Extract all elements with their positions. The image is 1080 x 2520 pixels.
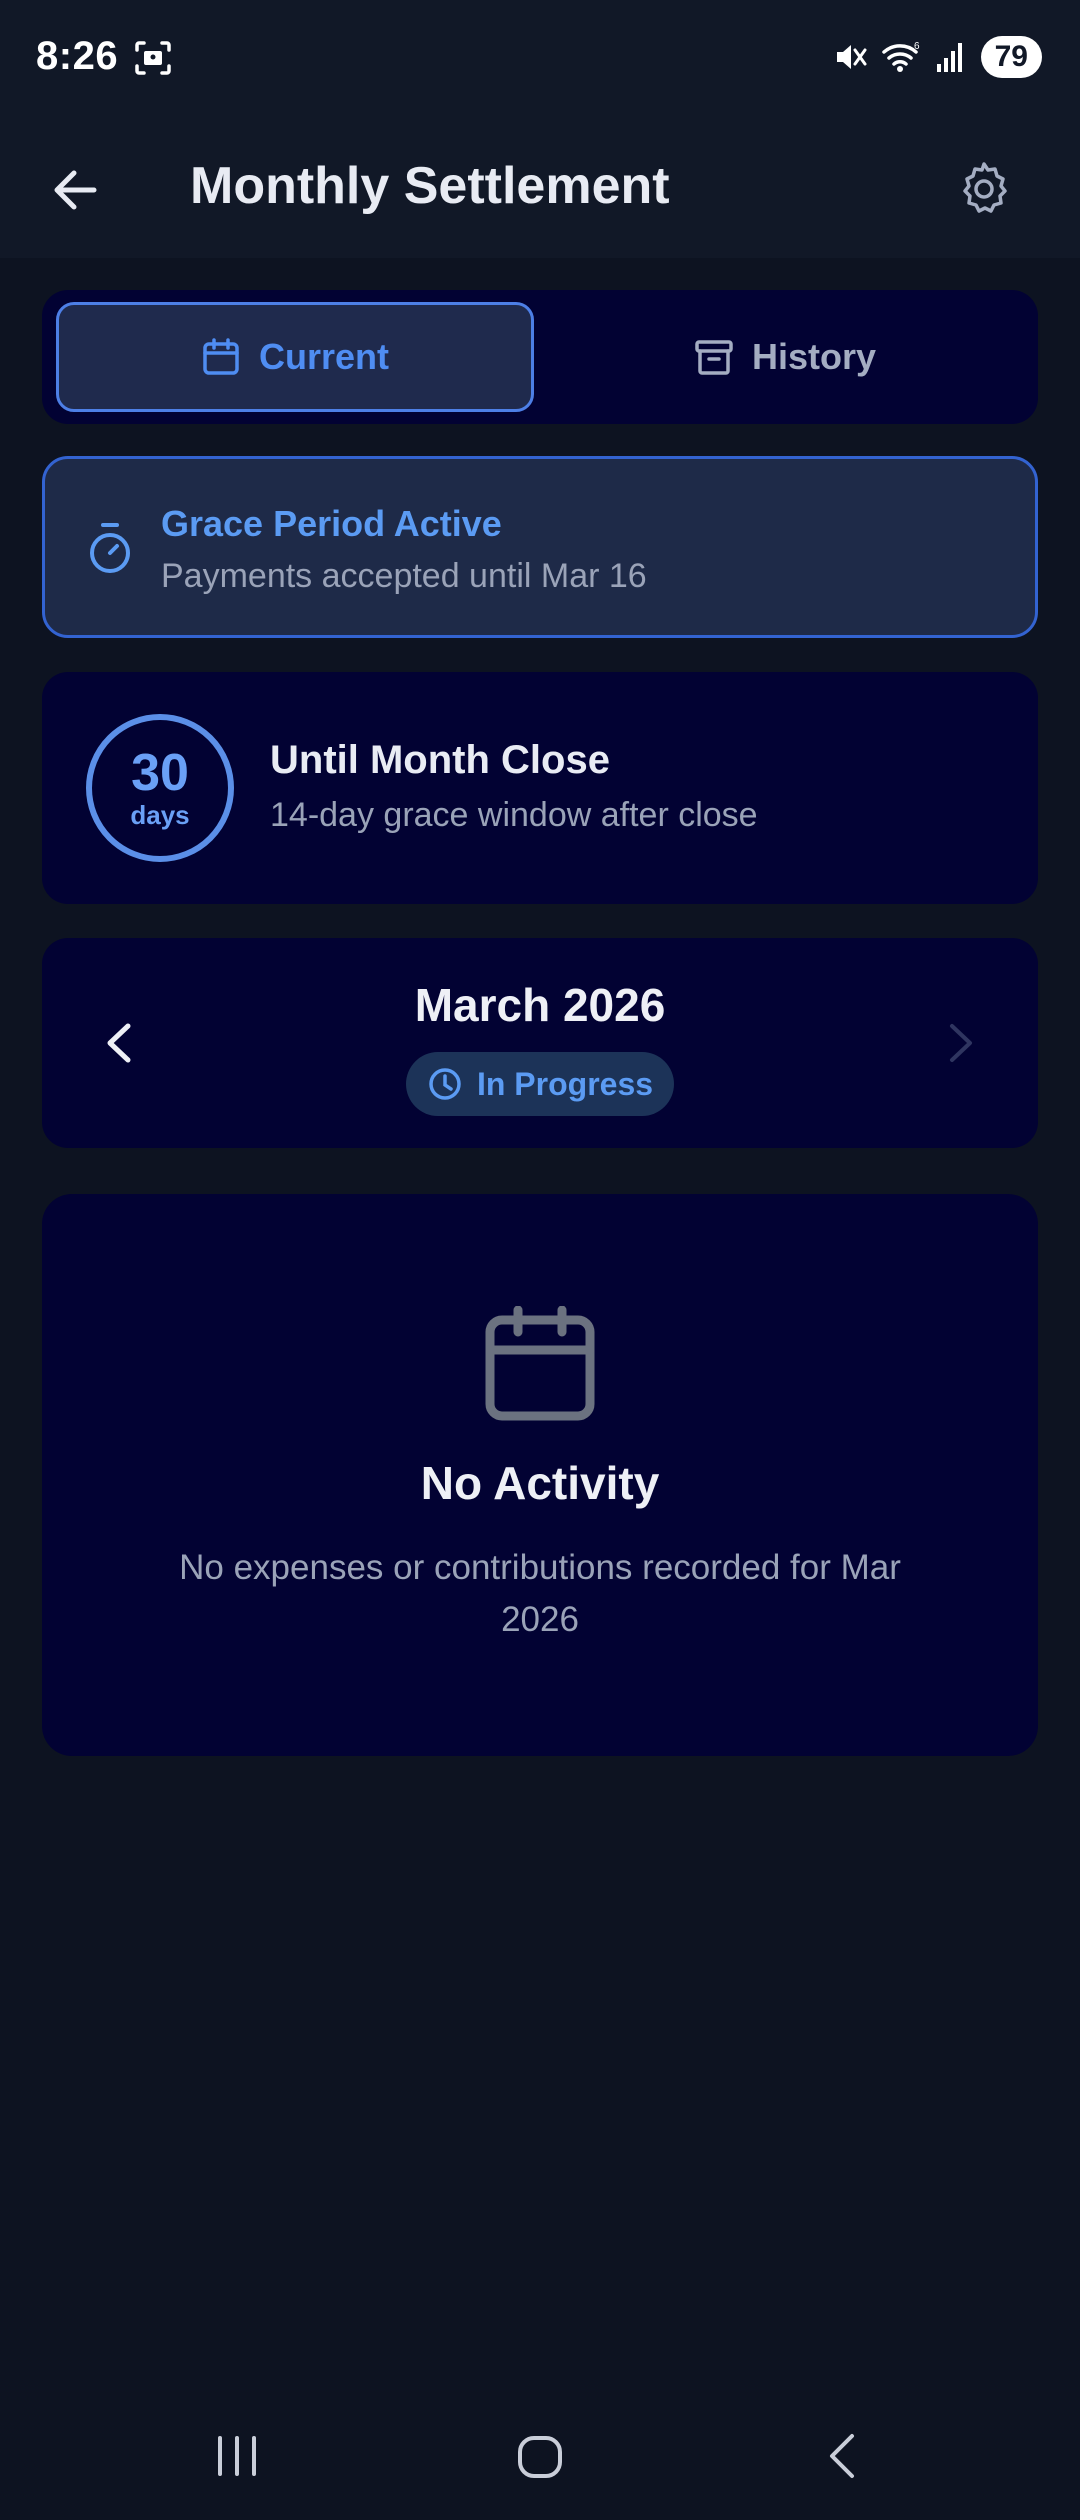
mute-icon	[836, 45, 867, 69]
status-time: 8:26	[36, 34, 119, 78]
status-bar: 8:26 6 79	[0, 0, 1080, 120]
calendar-icon	[203, 338, 239, 375]
days-remaining-number: 30	[131, 744, 189, 802]
screenshot-icon	[135, 41, 171, 75]
stopwatch-icon	[90, 523, 130, 573]
tab-history-label: History	[751, 336, 877, 377]
archive-icon	[695, 340, 733, 375]
home-icon[interactable]	[516, 2434, 564, 2480]
month-navigator: March 2026 In Progress	[42, 938, 1038, 1148]
status-icons: 6 79	[833, 36, 1042, 78]
clock-icon	[429, 1068, 461, 1100]
status-badge-label: In Progress	[476, 1065, 654, 1102]
empty-state-message: No expenses or contributions recorded fo…	[179, 1548, 901, 1639]
empty-state-card: No Activity No expenses or contributions…	[42, 1194, 1038, 1756]
tab-history[interactable]: History	[546, 302, 1024, 412]
svg-text:6: 6	[914, 41, 920, 52]
grace-period-banner: Grace Period Active Payments accepted un…	[42, 456, 1038, 638]
chevron-right-icon[interactable]	[936, 1018, 982, 1068]
system-back-icon[interactable]	[822, 2430, 862, 2482]
month-title: March 2026	[414, 979, 666, 1031]
page-title: Monthly Settlement	[190, 157, 670, 215]
app-bar: Monthly Settlement	[0, 120, 1080, 258]
countdown-card: 30 days Until Month Close 14-day grace w…	[42, 672, 1038, 904]
countdown-subtitle: 14-day grace window after close	[270, 796, 758, 834]
calendar-icon	[485, 1306, 595, 1421]
status-badge: In Progress	[406, 1052, 674, 1116]
signal-icon	[936, 43, 962, 72]
empty-state-title: No Activity	[420, 1457, 660, 1509]
settings-gear-icon[interactable]	[952, 156, 1016, 220]
settlement-tabs: Current History	[42, 290, 1038, 424]
grace-title: Grace Period Active	[161, 503, 502, 544]
battery-indicator: 79	[980, 36, 1042, 78]
grace-subtitle: Payments accepted until Mar 16	[161, 557, 647, 595]
countdown-title: Until Month Close	[270, 738, 610, 782]
tab-current[interactable]: Current	[56, 302, 534, 412]
days-remaining-ring: 30 days	[86, 714, 234, 862]
wifi-icon: 6	[881, 41, 920, 72]
recent-apps-icon[interactable]	[214, 2434, 260, 2478]
tab-current-label: Current	[258, 336, 389, 377]
days-remaining-unit: days	[130, 800, 190, 830]
back-arrow-icon[interactable]	[44, 158, 108, 222]
